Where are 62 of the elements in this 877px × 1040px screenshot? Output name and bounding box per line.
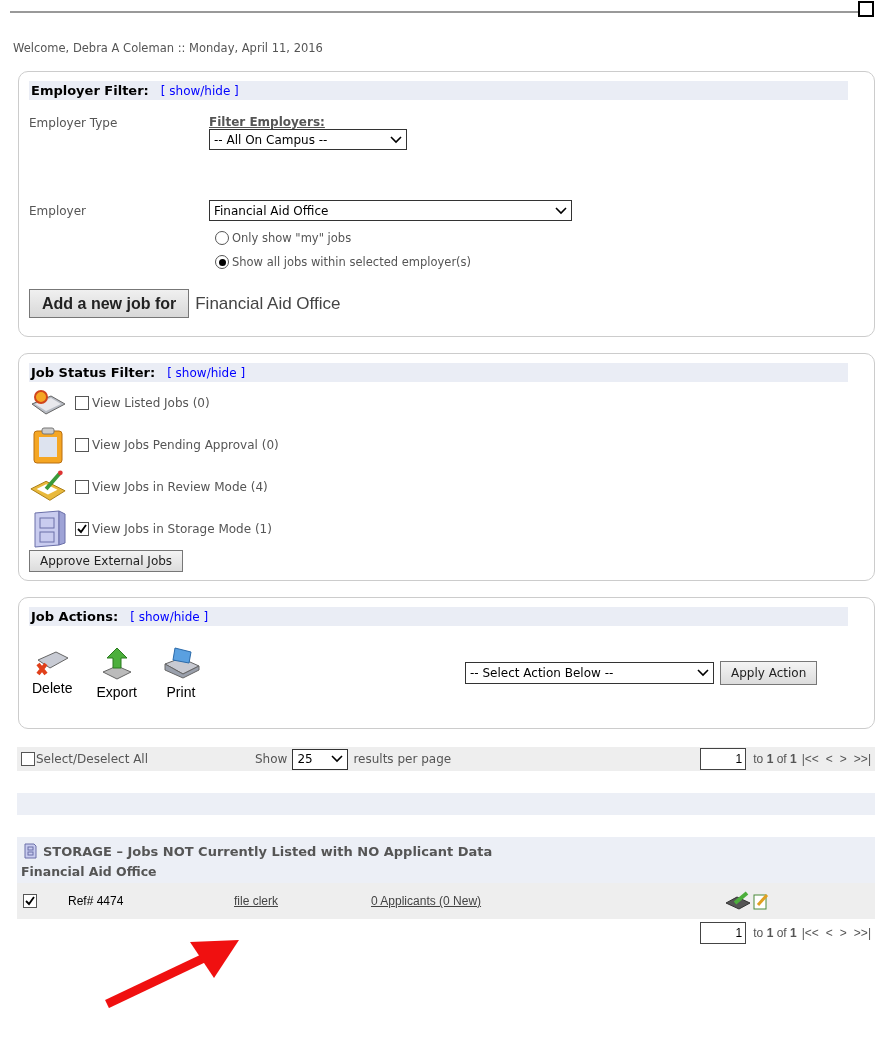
job-title-link[interactable]: file clerk bbox=[234, 894, 371, 908]
pager-link[interactable]: < bbox=[825, 752, 833, 766]
radio-button[interactable] bbox=[215, 255, 229, 269]
checkbox[interactable] bbox=[75, 480, 89, 494]
panel-title: Job Status Filter: bbox=[31, 365, 156, 380]
caret-icon bbox=[697, 669, 709, 677]
show-hide-link[interactable]: [ show/hide ] bbox=[130, 610, 209, 624]
pager-link[interactable]: < bbox=[825, 926, 833, 940]
tray-pencil-icon[interactable] bbox=[725, 891, 751, 911]
pager-link[interactable]: >>| bbox=[853, 752, 871, 766]
employer-type-dropdown[interactable]: -- All On Campus -- bbox=[209, 129, 407, 150]
action-button[interactable]: Delete bbox=[29, 646, 76, 700]
per-page-dropdown[interactable]: 25 bbox=[292, 748, 349, 770]
filter-label: Filter Employers: bbox=[209, 116, 326, 128]
radio-label: Show all jobs within selected employer(s) bbox=[232, 255, 472, 269]
checkbox[interactable] bbox=[75, 438, 89, 452]
add-job-button[interactable]: Add a new job for bbox=[29, 289, 190, 318]
checkbox[interactable] bbox=[21, 752, 35, 766]
show-label: Show bbox=[255, 752, 288, 766]
page-input[interactable]: 1 bbox=[700, 922, 747, 944]
checkbox[interactable] bbox=[75, 396, 89, 410]
caret-icon bbox=[331, 755, 344, 763]
welcome-text: Welcome, Debra A Coleman :: Monday, April 11, 2016 bbox=[13, 41, 324, 55]
employer-dropdown[interactable]: Financial Aid Office bbox=[209, 200, 572, 221]
field-label: Employer Type bbox=[29, 116, 119, 132]
pager-link[interactable]: > bbox=[839, 752, 847, 766]
approve-button[interactable]: Approve External Jobs bbox=[29, 550, 184, 572]
employer-heading: Financial Aid Office bbox=[20, 863, 158, 881]
page-input[interactable]: 1 bbox=[700, 748, 747, 770]
radio-label: Only show "my" jobs bbox=[232, 231, 352, 245]
checkbox-label: View Jobs in Storage Mode (1) bbox=[92, 522, 272, 536]
checkbox[interactable] bbox=[75, 522, 89, 536]
pager-link[interactable]: >>| bbox=[853, 926, 871, 940]
cabinet-icon bbox=[23, 843, 37, 859]
action-button[interactable]: Print bbox=[157, 646, 204, 700]
ref-number: Ref# 4474 bbox=[68, 894, 125, 908]
show-hide-link[interactable]: [ show/hide ] bbox=[167, 366, 246, 380]
caret-icon bbox=[390, 135, 402, 144]
show-hide-link[interactable]: [ show/hide ] bbox=[160, 84, 239, 98]
radio-button[interactable] bbox=[215, 231, 229, 245]
action-button[interactable]: Export bbox=[93, 646, 140, 700]
section-title: STORAGE – Jobs NOT Currently Listed with NO Applicant Data bbox=[43, 843, 493, 859]
panel-title: Job Actions: bbox=[31, 609, 119, 624]
checkbox-label: View Jobs in Review Mode (4) bbox=[92, 480, 268, 494]
select-all-label: Select/Deselect All bbox=[36, 752, 149, 766]
action-dropdown[interactable]: -- Select Action Below -- bbox=[465, 662, 714, 684]
panel-title: Employer Filter: bbox=[31, 83, 149, 98]
page-summary: to 1 of 1 bbox=[753, 926, 797, 940]
employer-name: Financial Aid Office bbox=[195, 293, 341, 314]
pager-link[interactable]: > bbox=[839, 926, 847, 940]
caret-icon bbox=[555, 206, 567, 215]
per-page-label: results per page bbox=[353, 752, 452, 766]
checkbox-label: View Listed Jobs (0) bbox=[92, 396, 210, 410]
applicants-link[interactable]: 0 Applicants (0 New) bbox=[371, 894, 725, 908]
checkbox[interactable] bbox=[23, 894, 37, 908]
square-icon bbox=[858, 1, 874, 17]
apply-action-button[interactable]: Apply Action bbox=[720, 661, 818, 685]
checkbox-label: View Jobs Pending Approval (0) bbox=[92, 438, 279, 452]
pager-link[interactable]: |<< bbox=[801, 926, 819, 940]
pager-link[interactable]: |<< bbox=[801, 752, 819, 766]
field-label: Employer bbox=[29, 203, 87, 220]
page-summary: to 1 of 1 bbox=[753, 752, 797, 766]
